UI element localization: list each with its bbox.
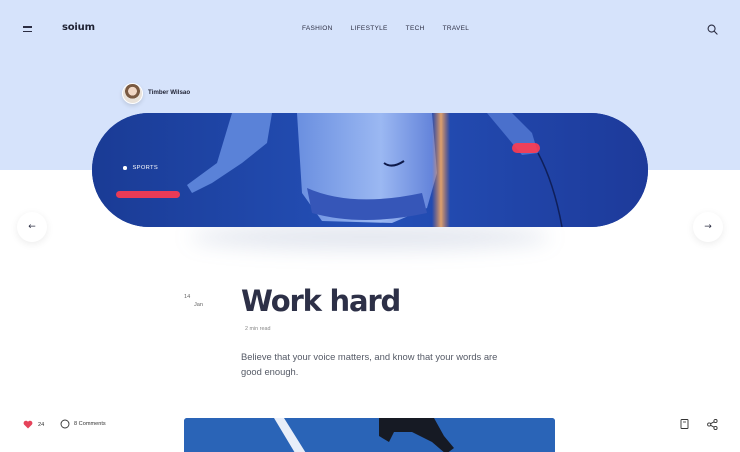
article-photo: [184, 418, 555, 452]
site-logo[interactable]: soium: [62, 22, 95, 33]
comment-count: 8 Comments: [74, 421, 106, 427]
hero-image[interactable]: [92, 113, 648, 227]
arrow-right-icon: →: [704, 222, 712, 232]
comments-button[interactable]: 8 Comments: [60, 419, 106, 429]
nav-item-fashion[interactable]: FASHION: [302, 25, 333, 32]
category-label: SPORTS: [132, 165, 159, 171]
date-day: 14: [184, 294, 191, 300]
article-image[interactable]: [184, 418, 555, 452]
nav-item-travel[interactable]: TRAVEL: [443, 25, 470, 32]
date-month: Jan: [194, 302, 204, 308]
article-excerpt: Believe that your voice matters, and kno…: [241, 351, 498, 377]
hamburger-menu-icon[interactable]: [23, 26, 32, 33]
comment-icon: [60, 419, 70, 429]
author-name[interactable]: Timber Wilsao: [148, 89, 190, 96]
search-icon[interactable]: [707, 24, 718, 35]
previous-arrow-button[interactable]: ←: [17, 212, 47, 242]
nav-item-tech[interactable]: TECH: [406, 25, 425, 32]
author-avatar[interactable]: [122, 83, 143, 104]
hero-photo: [92, 113, 648, 227]
category-dot-icon: [123, 166, 127, 170]
like-count: 24: [38, 421, 45, 428]
article-title: Work hard: [241, 284, 401, 318]
nav-item-lifestyle[interactable]: LIFESTYLE: [351, 25, 388, 32]
hero-shadow: [190, 225, 550, 249]
next-arrow-button[interactable]: →: [693, 212, 723, 242]
arrow-left-icon: ←: [28, 222, 36, 232]
read-time: 2 min read: [245, 326, 271, 332]
main-nav: FASHION LIFESTYLE TECH TRAVEL: [302, 25, 469, 32]
heart-icon: [23, 420, 33, 429]
bookmark-icon[interactable]: [680, 419, 689, 429]
category-tag[interactable]: SPORTS: [123, 165, 158, 171]
like-button[interactable]: 24: [23, 420, 44, 429]
share-icon[interactable]: [707, 419, 718, 430]
